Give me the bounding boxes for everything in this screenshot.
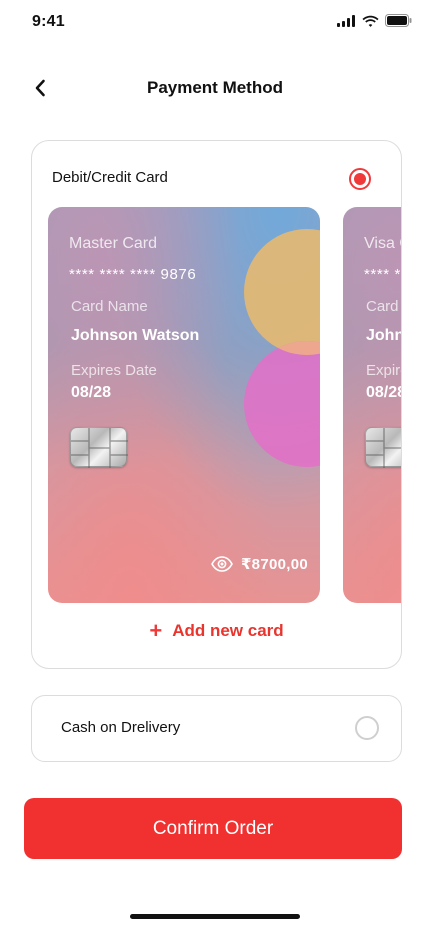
plus-icon: +	[149, 618, 163, 643]
card-name-label: Card Name	[71, 298, 148, 315]
status-time: 9:41	[32, 13, 65, 30]
card-payment-option[interactable]: Debit/Credit Card Master Card **** **** …	[31, 140, 402, 669]
confirm-order-button[interactable]: Confirm Order	[24, 798, 402, 859]
card-name: Johnson Watson	[366, 327, 401, 344]
card-balance: ₹8700,00	[240, 556, 308, 573]
status-bar: 9:41	[0, 0, 430, 44]
chip-lines	[71, 428, 128, 468]
cod-label: Cash on Drelivery	[61, 719, 181, 736]
card-type: Visa Card	[364, 235, 401, 252]
add-new-card-label: Add new card	[172, 621, 284, 640]
cash-on-delivery-option[interactable]: Cash on Drelivery	[31, 695, 402, 762]
cod-radio[interactable]	[355, 716, 379, 740]
chip-lines	[366, 428, 401, 468]
wifi-icon	[362, 15, 379, 27]
master-card[interactable]: Master Card **** **** **** 9876 Card Nam…	[48, 207, 320, 603]
expiry-label: Expires Date	[71, 362, 157, 379]
card-chip-icon	[365, 427, 401, 468]
card-option-label: Debit/Credit Card	[52, 169, 168, 186]
visa-card[interactable]: Visa Card **** **** **** 4321 Card Name …	[343, 207, 401, 603]
card-name-label: Card Name	[366, 298, 401, 315]
card-name: Johnson Watson	[71, 327, 200, 344]
card-chip-icon	[70, 427, 128, 468]
add-new-card-button[interactable]: + Add new card	[32, 620, 401, 642]
expiry-label: Expires Date	[366, 362, 401, 379]
card-option-radio[interactable]	[349, 168, 371, 190]
card-type: Master Card	[69, 235, 158, 252]
radio-selected-dot	[354, 173, 366, 185]
status-icons	[337, 14, 412, 27]
eye-icon[interactable]	[211, 556, 233, 572]
expiry-date: 08/28	[71, 384, 112, 401]
page-title: Payment Method	[146, 78, 284, 97]
card-number: **** **** **** 4321	[364, 266, 401, 283]
battery-icon	[385, 14, 412, 27]
home-indicator	[130, 914, 300, 919]
balance-row: ₹8700,00	[211, 555, 308, 573]
signal-icon	[337, 14, 355, 27]
expiry-date: 08/28	[366, 384, 401, 401]
card-decor-overlap	[244, 341, 320, 467]
card-decor-circle	[244, 229, 320, 355]
card-number: **** **** **** 9876	[69, 266, 197, 283]
header: Payment Method	[0, 70, 430, 106]
